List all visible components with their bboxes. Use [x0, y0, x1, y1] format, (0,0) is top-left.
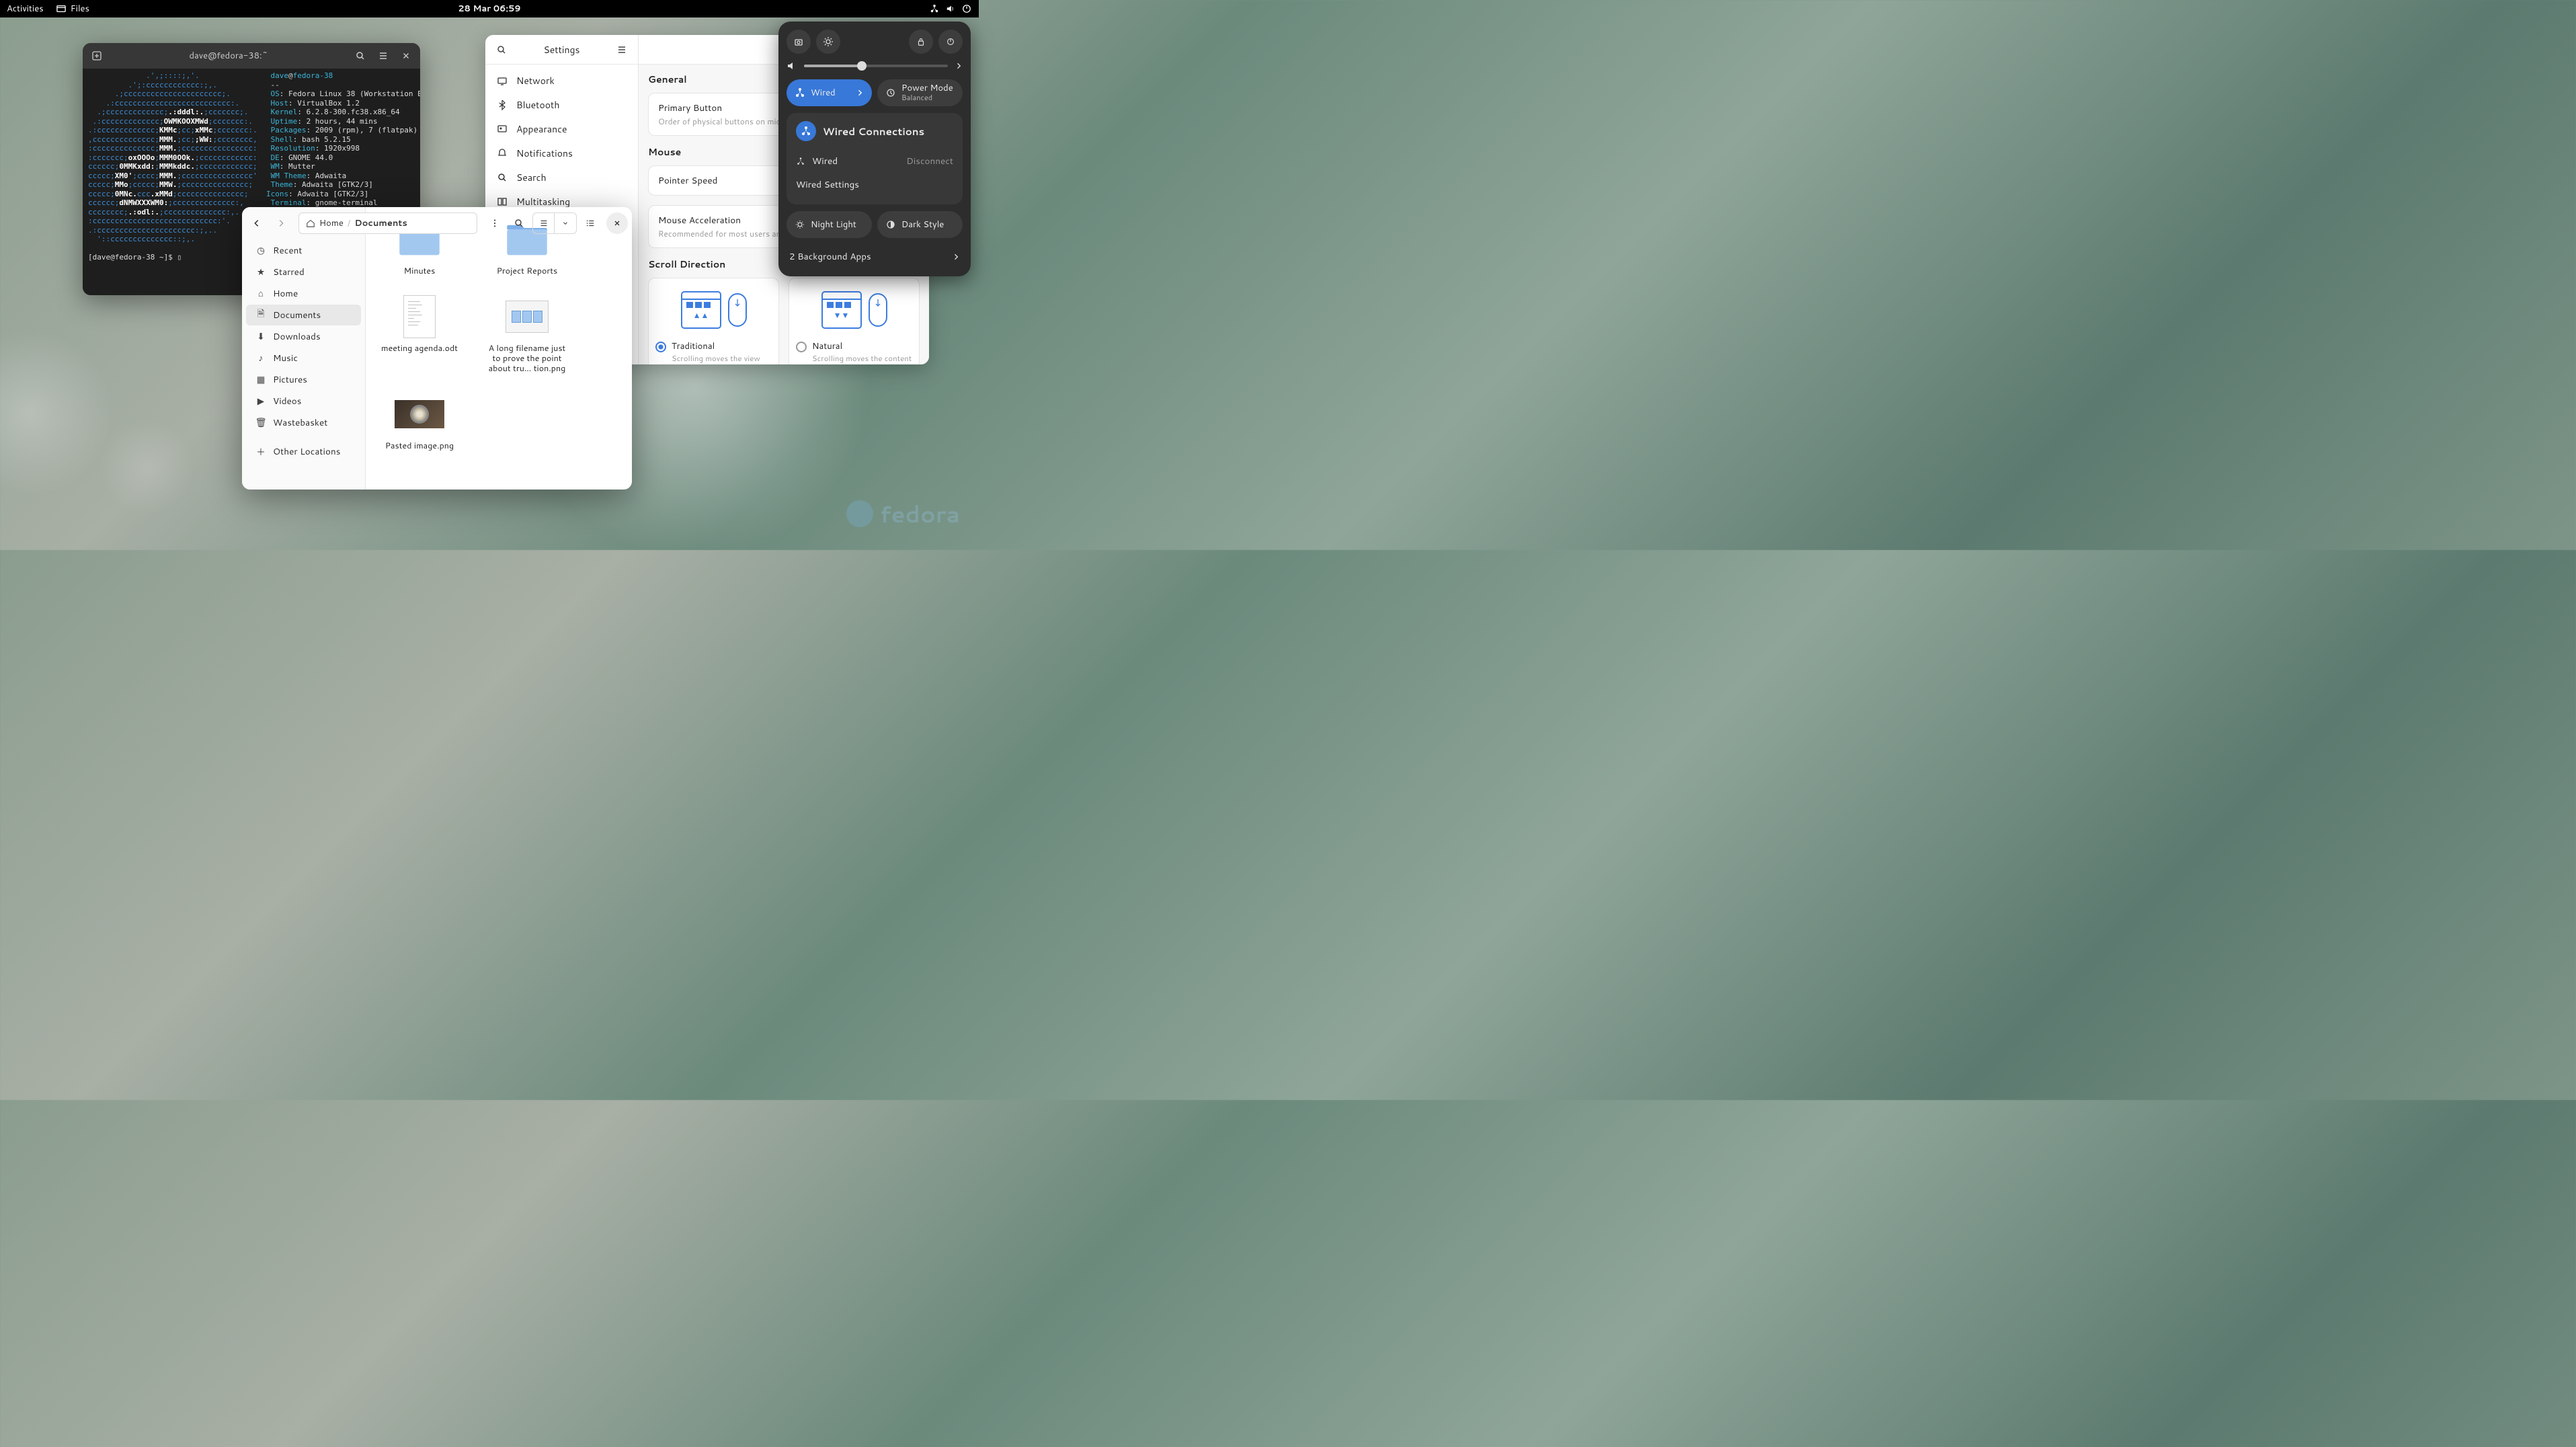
files-window: Home / Documents ◷Recent ★Starred ⌂Home … [242, 207, 632, 490]
terminal-search-button[interactable] [350, 46, 370, 66]
night-light-toggle[interactable]: Night Light [787, 211, 872, 238]
lock-button[interactable] [909, 30, 933, 54]
sidebar-other-locations[interactable]: ＋Other Locations [246, 441, 361, 462]
sidebar-documents[interactable]: 🗎Documents [246, 305, 361, 325]
background-apps-row[interactable]: 2 Background Apps [787, 245, 963, 268]
sidebar-recent[interactable]: ◷Recent [246, 240, 361, 261]
plus-icon: ＋ [255, 446, 266, 457]
disconnect-button[interactable]: Disconnect [906, 155, 953, 167]
sidebar-pictures[interactable]: ▦Pictures [246, 369, 361, 390]
sidebar-item-search[interactable]: Search [485, 165, 638, 190]
files-hamburger-button[interactable] [484, 212, 506, 234]
new-tab-button[interactable] [87, 46, 107, 66]
wired-connections-card: Wired Connections Wired Disconnect Wired… [787, 113, 963, 204]
sidebar-music[interactable]: ♪Music [246, 348, 361, 368]
terminal-title: dave@fedora-38:~ [110, 50, 348, 62]
sidebar-starred[interactable]: ★Starred [246, 262, 361, 282]
bell-icon [496, 147, 508, 159]
radio-natural[interactable] [796, 342, 807, 352]
view-mode-switcher[interactable] [532, 212, 577, 234]
home-icon [306, 219, 315, 228]
bluetooth-icon [496, 99, 508, 111]
wired-expand-chevron[interactable] [856, 89, 864, 97]
power-button[interactable] [938, 30, 963, 54]
wired-settings-link[interactable]: Wired Settings [796, 173, 953, 196]
settings-title: Settings [512, 43, 611, 56]
files-app-icon [56, 3, 67, 14]
music-icon: ♪ [255, 353, 266, 364]
appearance-icon [496, 123, 508, 135]
dark-style-toggle[interactable]: Dark Style [877, 211, 963, 238]
activities-button[interactable]: Activities [7, 3, 44, 15]
fedora-logo: fedora [846, 498, 960, 530]
contrast-icon [885, 219, 896, 230]
volume-icon [787, 61, 797, 71]
sidebar-item-bluetooth[interactable]: Bluetooth [485, 93, 638, 117]
sidebar-videos[interactable]: ▶Videos [246, 391, 361, 412]
wired-toggle[interactable]: Wired [787, 79, 872, 106]
scroll-natural-card[interactable]: ▼▼ Natural Scrolling moves the content [789, 278, 920, 364]
breadcrumb[interactable]: Home / Documents [298, 212, 477, 234]
terminal-menu-button[interactable] [373, 46, 393, 66]
list-view-button[interactable] [579, 212, 601, 234]
file-meeting-agenda[interactable]: ▬▬▬▬▬▬▬▬▬▬▬▬▬▬▬▬▬▬▬▬▬▬▬▬▬▬▬▬▬▬▬▬▬▬▬▬▬▬▬▬… [379, 294, 460, 374]
file-long-filename[interactable]: A long filename just to prove the point … [487, 294, 567, 374]
terminal-headerbar: dave@fedora-38:~ [83, 43, 420, 69]
view-dropdown-button[interactable] [555, 213, 576, 233]
power-status-icon[interactable] [961, 3, 972, 14]
search-icon [496, 171, 508, 184]
sidebar-home[interactable]: ⌂Home [246, 283, 361, 304]
wired-connection-item[interactable]: Wired Disconnect [796, 149, 953, 173]
scroll-traditional-card[interactable]: ▲▲ Traditional Scrolling moves the view [648, 278, 779, 364]
pictures-icon: ▦ [255, 375, 266, 385]
volume-expand-chevron[interactable] [955, 62, 963, 70]
files-grid[interactable]: Minutes Project Reports ▬▬▬▬▬▬▬▬▬▬▬▬▬▬▬▬… [366, 207, 632, 490]
files-app-menu[interactable]: Files [56, 3, 89, 15]
star-icon: ★ [255, 267, 266, 278]
sidebar-item-network[interactable]: Network [485, 69, 638, 93]
files-search-button[interactable] [508, 212, 530, 234]
wired-item-icon [796, 157, 805, 166]
bg-apps-chevron-icon [952, 253, 960, 261]
back-button[interactable] [246, 212, 268, 234]
volume-slider[interactable] [804, 65, 948, 67]
home-icon: ⌂ [255, 288, 266, 299]
sidebar-item-appearance[interactable]: Appearance [485, 117, 638, 141]
clock-icon: ◷ [255, 245, 266, 256]
file-pasted-image[interactable]: Pasted image.png [379, 391, 460, 451]
download-icon: ⬇ [255, 331, 266, 342]
document-icon: 🗎 [255, 310, 266, 321]
sun-icon [795, 219, 805, 230]
network-icon [496, 75, 508, 87]
sidebar-item-notifications[interactable]: Notifications [485, 141, 638, 165]
power-mode-toggle[interactable]: Power Mode Balanced [877, 79, 963, 106]
wired-icon [795, 87, 805, 98]
files-close-button[interactable] [606, 212, 628, 234]
quick-settings-panel: Wired Power Mode Balanced Wired Connecti… [778, 22, 971, 276]
icon-view-button[interactable] [533, 213, 555, 233]
terminal-close-button[interactable] [396, 46, 416, 66]
forward-button[interactable] [270, 212, 292, 234]
multitasking-icon [496, 196, 508, 208]
power-mode-icon [885, 87, 896, 98]
sidebar-downloads[interactable]: ⬇Downloads [246, 326, 361, 347]
videos-icon: ▶ [255, 396, 266, 407]
settings-search-button[interactable] [491, 39, 512, 61]
settings-menu-button[interactable] [611, 39, 633, 61]
network-status-icon[interactable] [929, 3, 940, 14]
volume-status-icon[interactable] [945, 3, 956, 14]
top-bar: Activities Files 28 Mar 06:59 [0, 0, 979, 17]
wired-card-icon [796, 121, 816, 141]
radio-traditional[interactable] [655, 342, 666, 352]
clock[interactable]: 28 Mar 06:59 [458, 3, 520, 15]
trash-icon: 🗑 [255, 418, 266, 428]
settings-button[interactable] [816, 30, 840, 54]
sidebar-wastebasket[interactable]: 🗑Wastebasket [246, 412, 361, 433]
screenshot-button[interactable] [787, 30, 811, 54]
